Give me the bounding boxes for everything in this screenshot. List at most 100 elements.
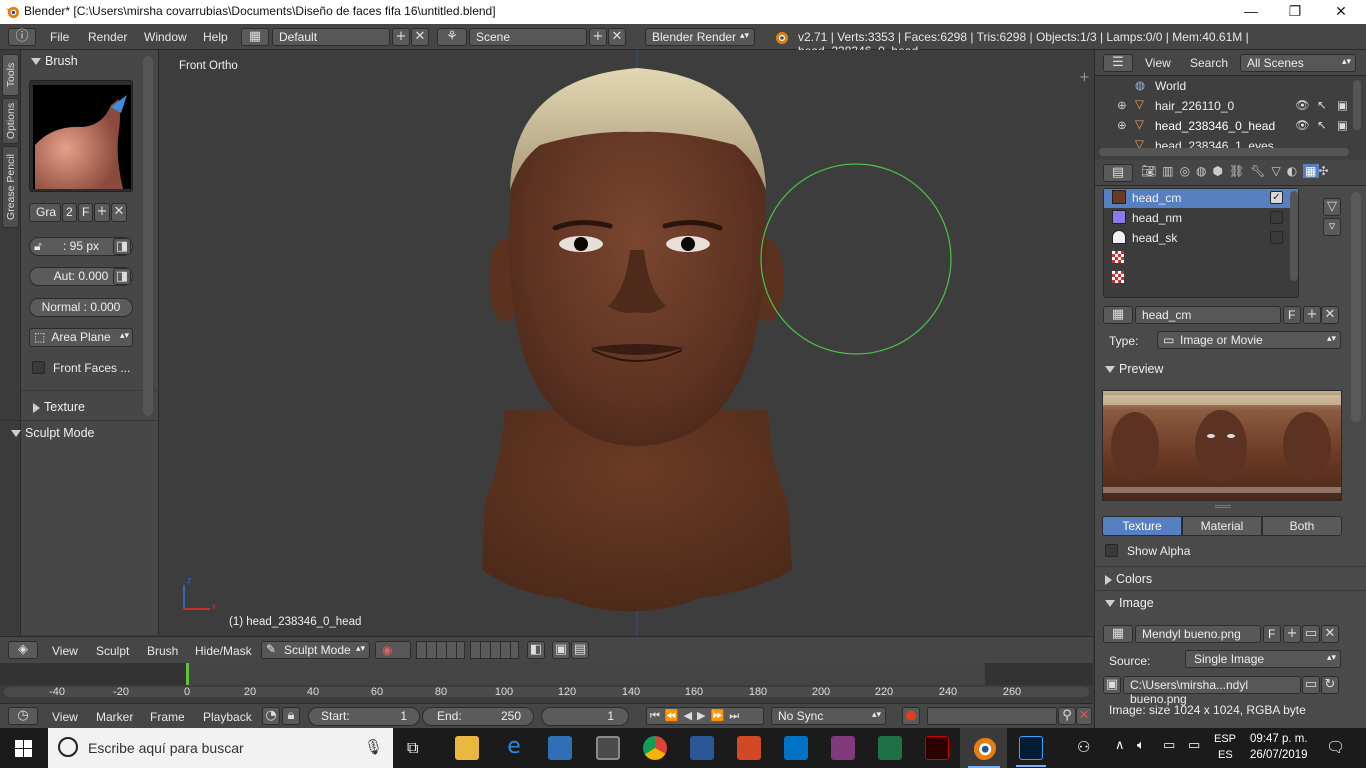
- 3d-viewport[interactable]: Front Ortho z x (1) head_238346_0_head +: [160, 50, 1093, 635]
- browse-file-icon[interactable]: ▭: [1302, 676, 1320, 694]
- editor-type-timeline-icon[interactable]: ◷: [8, 707, 38, 725]
- brush-users-field[interactable]: 2: [62, 203, 77, 222]
- delete-keyframe-icon[interactable]: ✕: [1076, 707, 1092, 725]
- menu-hide-mask[interactable]: Hide/Mask: [195, 644, 252, 658]
- volume-icon[interactable]: 🔈︎: [1137, 738, 1145, 753]
- clock-date[interactable]: 26/07/2019: [1250, 749, 1308, 761]
- sculpt-mode-panel-header[interactable]: Sculpt Mode: [11, 426, 94, 440]
- viewport-shading-dropdown[interactable]: ◉: [375, 641, 411, 659]
- region-toggle-icon[interactable]: +: [1079, 70, 1090, 85]
- texture-slot-row[interactable]: head_cm ✓: [1104, 189, 1298, 208]
- outliner-v-scrollbar[interactable]: [1353, 80, 1361, 130]
- texture-context-icon[interactable]: ▦: [1303, 164, 1319, 178]
- outliner-h-scrollbar[interactable]: [1099, 148, 1349, 156]
- remove-scene-icon[interactable]: ✕: [608, 28, 626, 46]
- file-explorer-icon[interactable]: [455, 736, 479, 760]
- timeline-area[interactable]: -40 -20 0 20 40 60 80 100 120 140 160 18…: [0, 663, 1093, 703]
- scene-icon[interactable]: ⚘: [437, 28, 467, 46]
- menu-view[interactable]: View: [1145, 56, 1171, 70]
- select-arrow-icon[interactable]: ↖: [1317, 98, 1327, 112]
- chrome-icon[interactable]: [643, 736, 667, 760]
- expand-plus-icon[interactable]: ⊕: [1117, 98, 1127, 112]
- preview-resize-handle[interactable]: [1215, 505, 1231, 508]
- action-center-icon[interactable]: 🗨︎: [1326, 738, 1345, 756]
- desktop-app-icon[interactable]: [548, 736, 572, 760]
- clock-time[interactable]: 09:47 p. m.: [1250, 733, 1308, 745]
- image-panel-header[interactable]: Image: [1105, 596, 1154, 610]
- screen-layout-field[interactable]: Default: [272, 28, 390, 46]
- language-top[interactable]: ESP: [1214, 733, 1236, 745]
- battery-icon[interactable]: ▭: [1188, 738, 1200, 753]
- reload-image-icon[interactable]: ↻: [1321, 676, 1339, 694]
- eye-icon[interactable]: 👁︎: [1295, 98, 1310, 112]
- texture-name-field[interactable]: head_cm: [1135, 306, 1281, 324]
- powerpoint-icon[interactable]: [737, 736, 761, 760]
- minimize-button[interactable]: —: [1228, 0, 1274, 24]
- lock-camera-icon[interactable]: ◧: [527, 641, 545, 659]
- unlink-brush-icon[interactable]: ✕: [111, 203, 127, 222]
- slots-scrollbar[interactable]: [1290, 191, 1298, 281]
- edge-browser-icon[interactable]: e: [502, 736, 526, 760]
- texture-panel-header[interactable]: Texture: [33, 400, 85, 414]
- task-view-icon[interactable]: ⧉: [407, 738, 418, 758]
- opengl-anim-icon[interactable]: ▤: [571, 641, 589, 659]
- texture-fake-user-button[interactable]: F: [1283, 306, 1301, 324]
- preview-tab-material[interactable]: Material: [1182, 516, 1262, 536]
- preview-tab-texture[interactable]: Texture: [1102, 516, 1182, 536]
- word-icon[interactable]: [690, 736, 714, 760]
- onenote-icon[interactable]: [831, 736, 855, 760]
- pressure-strength-icon[interactable]: ◨: [113, 268, 131, 285]
- image-source-dropdown[interactable]: Single Image ▴▾: [1185, 650, 1341, 668]
- colors-panel-header[interactable]: Colors: [1105, 572, 1152, 586]
- image-filepath-field[interactable]: C:\Users\mirsha...ndyl bueno.png: [1123, 676, 1301, 706]
- texture-slot-row[interactable]: head_nm: [1104, 209, 1298, 228]
- menu-render[interactable]: Render: [88, 30, 127, 44]
- menu-sculpt[interactable]: Sculpt: [96, 644, 129, 658]
- menu-search[interactable]: Search: [1190, 56, 1228, 70]
- menu-frame[interactable]: Frame: [150, 710, 185, 724]
- eye-icon[interactable]: 👁︎: [1295, 118, 1310, 132]
- people-icon[interactable]: ⚇: [1077, 738, 1090, 756]
- slot-enabled-checkbox[interactable]: ✓: [1270, 191, 1283, 204]
- empty-slot-icon[interactable]: [1112, 271, 1124, 283]
- menu-marker[interactable]: Marker: [96, 710, 133, 724]
- texture-slot-row[interactable]: head_sk: [1104, 229, 1298, 248]
- slot-enabled-checkbox[interactable]: [1270, 231, 1283, 244]
- timeline-scrollbar[interactable]: [4, 687, 1089, 697]
- outliner-filter-dropdown[interactable]: All Scenes ▴▾: [1240, 54, 1356, 72]
- add-screen-icon[interactable]: +: [392, 28, 410, 46]
- add-scene-icon[interactable]: +: [589, 28, 607, 46]
- new-texture-icon[interactable]: +: [1303, 306, 1321, 324]
- current-frame-indicator[interactable]: [186, 663, 189, 685]
- outliner-row-head[interactable]: ⊕ ▽ head_238346_0_head 👁︎ ↖ ▣: [1117, 117, 1357, 136]
- slot-enabled-checkbox[interactable]: [1270, 211, 1283, 224]
- outliner-row-eyes[interactable]: ▽ head_238346_1_eyes: [1117, 138, 1357, 148]
- menu-view[interactable]: View: [52, 710, 78, 724]
- remove-screen-icon[interactable]: ✕: [411, 28, 429, 46]
- photoshop-icon[interactable]: [1016, 736, 1046, 767]
- toolshelf-scrollbar[interactable]: [143, 56, 153, 416]
- tab-tools[interactable]: Tools: [2, 54, 19, 96]
- editor-type-info-icon[interactable]: ⓘ: [8, 28, 36, 46]
- store-icon[interactable]: [596, 736, 620, 760]
- new-brush-icon[interactable]: +: [94, 203, 110, 222]
- select-arrow-icon[interactable]: ↖: [1317, 118, 1327, 132]
- front-faces-checkbox[interactable]: [32, 361, 45, 374]
- new-image-icon[interactable]: +: [1283, 625, 1301, 643]
- image-fake-user-button[interactable]: F: [1263, 625, 1281, 643]
- brush-name-field[interactable]: Gra: [29, 203, 61, 222]
- game-launcher-icon[interactable]: [925, 736, 949, 760]
- screen-layout-icon[interactable]: ▦: [241, 28, 269, 46]
- normal-weight-field[interactable]: Normal : 0.000: [29, 298, 133, 317]
- layer-buttons-1[interactable]: [416, 641, 465, 659]
- slot-clear-icon[interactable]: ▿: [1323, 218, 1341, 236]
- render-engine-dropdown[interactable]: Blender Render ▴▾: [645, 28, 755, 46]
- preview-panel-header[interactable]: Preview: [1105, 362, 1163, 376]
- tab-grease-pencil[interactable]: Grease Pencil: [2, 146, 19, 228]
- mode-dropdown[interactable]: ✎ Sculpt Mode ▴▾: [261, 641, 370, 659]
- preview-range-icon[interactable]: ◔: [262, 707, 280, 725]
- properties-scrollbar[interactable]: [1351, 192, 1361, 422]
- menu-playback[interactable]: Playback: [203, 710, 252, 724]
- show-alpha-checkbox[interactable]: [1105, 544, 1118, 557]
- restore-button[interactable]: ❐: [1272, 0, 1318, 24]
